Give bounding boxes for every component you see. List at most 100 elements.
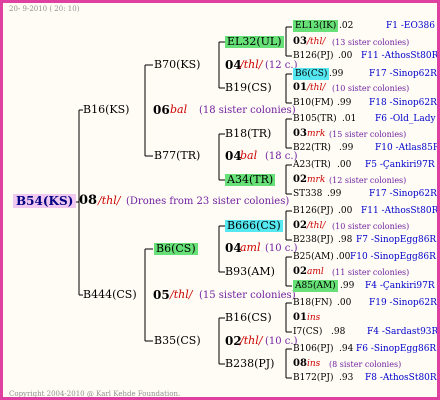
gen4-sisters: (15 sister colonies) bbox=[329, 130, 407, 139]
gen4-generation: 01 bbox=[293, 82, 307, 93]
gen4-node[interactable]: B18(FN) bbox=[293, 297, 332, 309]
root-code: /thl/ bbox=[98, 194, 121, 207]
gen4-node[interactable]: B22(TR) bbox=[293, 142, 331, 154]
gen4-value: .00 bbox=[336, 252, 351, 262]
root-sisters: (Drones from 23 sister colonies) bbox=[126, 196, 290, 207]
gen4-id: F18 -Sinop62R bbox=[369, 98, 437, 108]
gen4-sisters: (10 sister colonies) bbox=[332, 84, 410, 93]
gen2-code: /thl/ bbox=[240, 58, 263, 71]
gen4-id: F4 -Sardast93R bbox=[367, 327, 439, 337]
gen4-sisters: (13 sister colonies) bbox=[332, 38, 410, 47]
gen4-code: ins bbox=[307, 313, 321, 323]
mother-code: /thl/ bbox=[170, 288, 193, 301]
gen4-node[interactable]: B126(PJ) bbox=[293, 205, 333, 217]
father-node[interactable]: B16(KS) bbox=[83, 104, 129, 116]
gen2-code: bal bbox=[240, 149, 258, 162]
gen4-id: F11 -AthosSt80R bbox=[361, 206, 439, 216]
gen3-node[interactable]: B666(CS) bbox=[225, 220, 283, 232]
gen4-node[interactable]: B25(AM) bbox=[293, 251, 334, 263]
gen4-node[interactable]: I7(CS) bbox=[293, 326, 322, 338]
gen4-id: F19 -Sinop62R bbox=[369, 298, 437, 308]
gen4-value: .98 bbox=[331, 327, 346, 337]
gen3-node[interactable]: B16(CS) bbox=[225, 312, 272, 324]
gen4-sisters: (12 sister colonies) bbox=[329, 176, 407, 185]
gen4-value: .93 bbox=[339, 373, 354, 383]
gen4-node[interactable]: A85(AM) bbox=[293, 280, 338, 292]
gen4-node[interactable]: B126(PJ) bbox=[293, 50, 333, 62]
gen3-node[interactable]: B19(CS) bbox=[225, 82, 272, 94]
gen3-node[interactable]: A34(TR) bbox=[225, 174, 276, 186]
gen4-node[interactable]: B105(TR) bbox=[293, 113, 337, 125]
gen4-id: F5 -Çankiri97R bbox=[365, 160, 435, 170]
gen4-id: F8 -AthosSt80R bbox=[365, 373, 437, 383]
father-generation: 06 bbox=[153, 103, 170, 117]
gen4-generation: 02 bbox=[293, 220, 307, 231]
gen4-node[interactable]: B6(CS) bbox=[293, 68, 330, 80]
copyright: Copyright 2004-2010 @ Karl Kehde Foundat… bbox=[9, 390, 181, 398]
gen2-code: aml bbox=[240, 241, 261, 254]
gen3-node[interactable]: EL32(UL) bbox=[225, 36, 284, 48]
gen4-id: F6 -Old_Lady bbox=[375, 114, 436, 124]
gen4-id: F11 -AthosSt80R bbox=[361, 51, 439, 61]
gen4-node[interactable]: B10(FM) bbox=[293, 97, 334, 109]
gen4-code: /thl/ bbox=[307, 221, 326, 231]
gen4-node[interactable]: EL13(IK) bbox=[293, 20, 339, 32]
gen4-code: mrk bbox=[307, 175, 326, 185]
mother-node[interactable]: B444(CS) bbox=[83, 289, 137, 301]
gen4-value: .01 bbox=[342, 114, 357, 124]
gen4-id: F17 -Sinop62R bbox=[369, 69, 437, 79]
gen4-code: mrk bbox=[307, 129, 326, 139]
gen4-id: F1 -EO386 bbox=[386, 21, 435, 31]
gen3-node[interactable]: B238(PJ) bbox=[225, 358, 274, 370]
gen4-value: .02 bbox=[339, 21, 354, 31]
gen4-node[interactable]: B238(PJ) bbox=[293, 234, 333, 246]
gen2-node[interactable]: B6(CS) bbox=[154, 243, 198, 255]
gen4-value: .99 bbox=[327, 189, 342, 199]
gen2-node[interactable]: B35(CS) bbox=[154, 335, 201, 347]
mother-sisters: (15 sister colonies) bbox=[199, 290, 296, 301]
pedigree-canvas: 20- 9-2010 ( 20: 10) B54(KS) 08 /thl/ (D… bbox=[0, 0, 440, 400]
gen4-node[interactable]: B172(PJ) bbox=[293, 372, 333, 384]
gen3-node[interactable]: B93(AM) bbox=[225, 266, 275, 278]
gen4-id: F7 -SinopEgg86R bbox=[356, 235, 437, 245]
gen4-value: .94 bbox=[339, 344, 354, 354]
gen4-value: .00 bbox=[338, 206, 353, 216]
gen4-value: .99 bbox=[329, 69, 344, 79]
gen4-value: .99 bbox=[339, 143, 354, 153]
gen3-node[interactable]: B18(TR) bbox=[225, 128, 271, 140]
gen2-code: /thl/ bbox=[240, 334, 263, 347]
gen4-value: .99 bbox=[337, 98, 352, 108]
gen4-value: .99 bbox=[340, 281, 355, 291]
gen4-code: ins bbox=[307, 359, 321, 369]
father-code: bal bbox=[170, 103, 188, 116]
gen4-code: /thl/ bbox=[307, 37, 326, 47]
gen4-value: .00 bbox=[337, 298, 352, 308]
mother-generation: 05 bbox=[153, 288, 170, 302]
gen4-generation: 02 bbox=[293, 266, 307, 277]
gen4-code: aml bbox=[307, 267, 324, 277]
gen4-id: F10 -Atlas85R bbox=[375, 143, 440, 153]
gen4-generation: 01 bbox=[293, 312, 307, 323]
gen4-id: F4 -Çankiri97R bbox=[365, 281, 435, 291]
gen4-generation: 03 bbox=[293, 36, 307, 47]
gen4-id: F10 -SinopEgg86R bbox=[350, 252, 436, 262]
gen2-node[interactable]: B70(KS) bbox=[154, 59, 200, 71]
gen4-code: /thl/ bbox=[307, 83, 326, 93]
gen4-generation: 08 bbox=[293, 358, 307, 369]
gen4-value: .00 bbox=[337, 160, 352, 170]
gen4-value: .00 bbox=[338, 51, 353, 61]
gen4-value: .98 bbox=[338, 235, 353, 245]
gen4-generation: 03 bbox=[293, 128, 307, 139]
gen4-generation: 02 bbox=[293, 174, 307, 185]
gen4-node[interactable]: B106(PJ) bbox=[293, 343, 333, 355]
gen4-node[interactable]: A23(TR) bbox=[293, 159, 331, 171]
gen4-id: F6 -SinopEgg86R bbox=[356, 344, 437, 354]
gen4-sisters: (11 sister colonies) bbox=[332, 268, 410, 277]
root-generation: 08 bbox=[79, 193, 98, 208]
gen4-sisters: (10 sister colonies) bbox=[332, 222, 410, 231]
gen4-id: F17 -Sinop62R bbox=[369, 189, 437, 199]
father-sisters: (18 sister colonies) bbox=[199, 105, 296, 116]
gen2-node[interactable]: B77(TR) bbox=[154, 150, 200, 162]
gen4-node[interactable]: ST338 bbox=[293, 188, 322, 200]
root-queen[interactable]: B54(KS) bbox=[13, 194, 77, 208]
